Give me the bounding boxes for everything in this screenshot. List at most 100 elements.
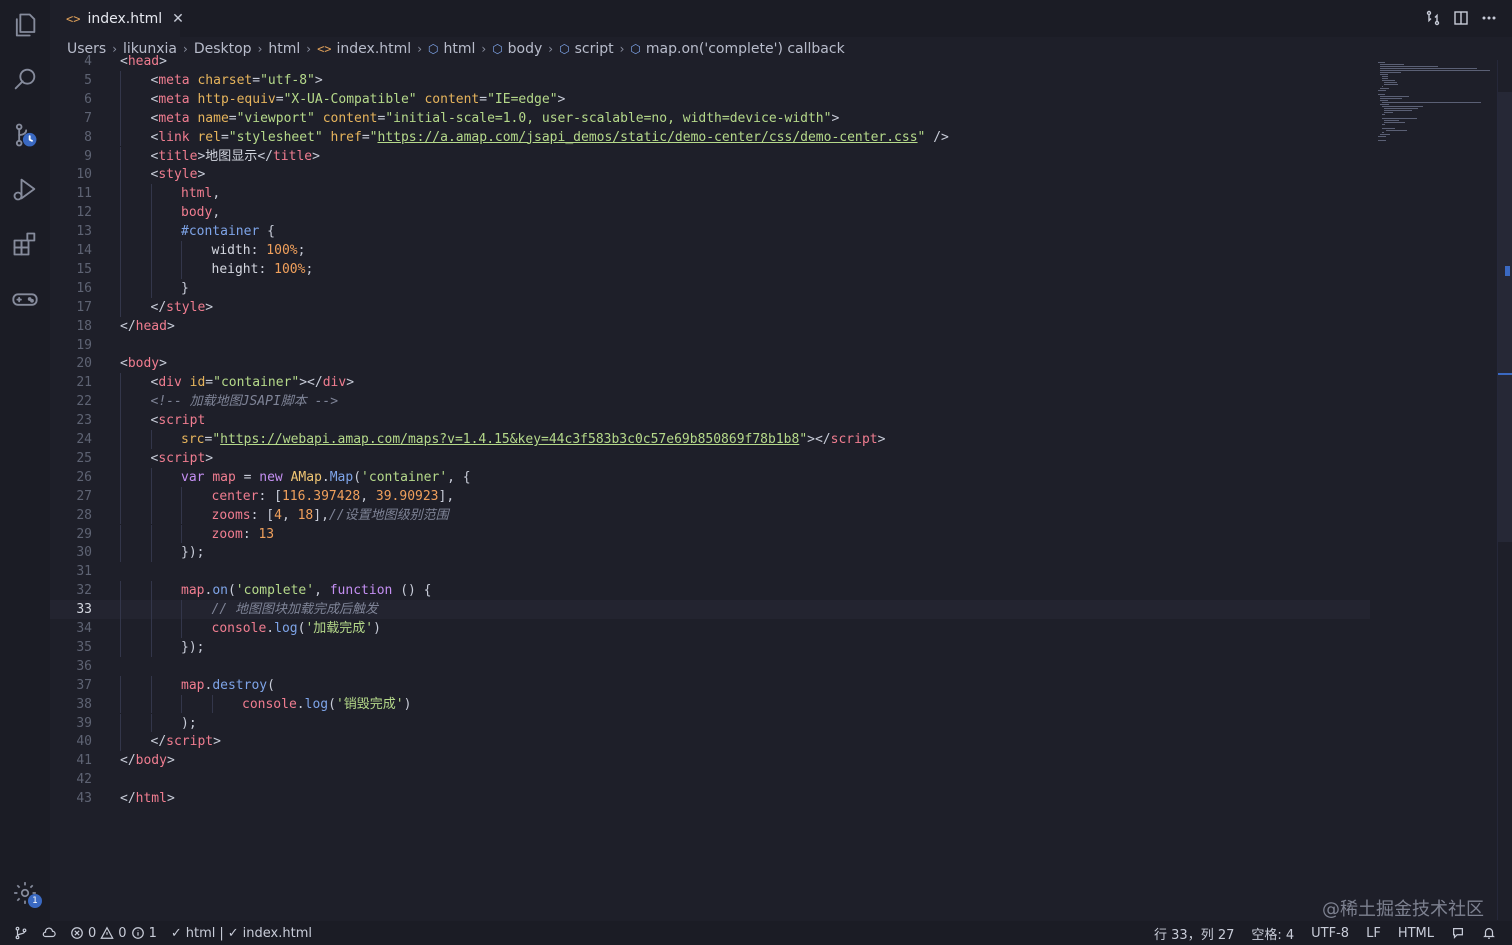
code-token: src [181,432,205,447]
validation-status[interactable]: ✓ html | ✓ index.html [171,926,312,941]
code-token: : [242,526,259,542]
code-line[interactable]: 8 <link rel="stylesheet" href="https://a.… [50,128,1370,147]
code-line[interactable]: 11 html, [50,184,1370,203]
code-line[interactable]: 39); [50,714,1370,733]
code-text: </style> [151,298,214,317]
gamepad-icon[interactable] [10,284,40,314]
scrollbar-thumb[interactable] [1498,92,1512,542]
code-line[interactable]: 18 </head> [50,317,1370,336]
line-number: 20 [76,356,92,372]
code-line[interactable]: 20 <body> [50,354,1370,373]
code-line[interactable]: 27 center: [116.397428, 39.90923], [50,487,1370,506]
compare-changes-icon[interactable] [1424,9,1442,27]
code-text: var map = new AMap.Map('container', { [181,468,471,487]
more-actions-icon[interactable] [1480,9,1498,27]
indent-guide [150,524,152,544]
line-number: 7 [84,110,92,126]
code-token: > [213,734,221,750]
code-line[interactable]: 40 </script> [50,732,1370,751]
search-icon[interactable] [10,64,40,94]
line-number: 5 [84,72,92,88]
tab-index-html[interactable]: <> index.html ✕ [50,0,184,37]
code-token: < [120,356,128,372]
code-line[interactable]: 36 [50,657,1370,676]
code-line[interactable]: 28 zooms: [4, 18],//设置地图级别范围 [50,506,1370,525]
code-line[interactable]: 17 </style> [50,298,1370,317]
encoding[interactable]: UTF-8 [1311,926,1349,941]
indent-guide [120,89,121,109]
minimap-line [1378,90,1386,91]
end-of-line[interactable]: LF [1366,926,1381,941]
code-line[interactable]: 38 console.log('销毁完成') [50,695,1370,714]
line-number: 16 [76,280,92,296]
sync-cloud-icon[interactable] [42,926,56,940]
code-line[interactable]: 7 <meta name="viewport" content="initial-… [50,109,1370,128]
code-line[interactable]: 16} [50,279,1370,298]
settings-gear-icon[interactable]: 1 [12,880,42,910]
code-line[interactable]: 5 <meta charset="utf-8"> [50,71,1370,90]
watermark: @稀土掘金技术社区 [1322,899,1484,920]
code-line[interactable]: 15 height: 100%; [50,260,1370,279]
code-line[interactable]: 6 <meta http-equiv="X-UA-Compatible" cont… [50,90,1370,109]
code-line[interactable]: 24 src="https://webapi.amap.com/maps?v=1.… [50,430,1370,449]
explorer-icon[interactable] [10,10,40,40]
minimap-line [1380,134,1390,135]
minimap[interactable] [1370,60,1498,210]
code-line[interactable]: 26 var map = new AMap.Map('container', { [50,468,1370,487]
code-line[interactable]: 37 map.destroy( [50,676,1370,695]
notifications-bell-icon[interactable] [1482,926,1496,940]
line-number: 28 [76,507,92,523]
code-token: = [252,72,261,88]
code-token: </ [120,791,136,807]
language-mode[interactable]: HTML [1398,926,1434,941]
code-line[interactable]: 41 </body> [50,751,1370,770]
code-line[interactable]: 21 <div id="container"></div> [50,373,1370,392]
code-token: name [197,110,229,126]
code-token: { [259,224,275,240]
code-text: map.destroy( [181,676,275,695]
line-number: 27 [76,488,92,504]
run-debug-icon[interactable] [10,174,40,204]
cursor-position[interactable]: 行 33，列 27 [1154,924,1234,943]
extensions-icon[interactable] [10,229,40,259]
code-line[interactable]: 42 [50,770,1370,789]
code-token: > [166,753,175,769]
line-number: 24 [76,432,92,447]
indentation[interactable]: 空格: 4 [1251,924,1294,943]
code-line[interactable]: 13 #container { [50,222,1370,241]
code-line[interactable]: 25 <script> [50,449,1370,468]
code-editor[interactable]: 4 <head> 5 <meta charset="utf-8"> 6 <meta htt… [50,54,1370,920]
code-line[interactable]: 32 map.on('complete', function () { [50,581,1370,600]
split-editor-icon[interactable] [1452,9,1470,27]
code-token: }); [181,545,205,561]
problems-indicator[interactable]: 0 0 1 [70,926,157,941]
code-token: 地图显示 [205,148,258,164]
code-line[interactable]: 35}); [50,638,1370,657]
code-line[interactable]: 9 <title>地图显示</title> [50,147,1370,166]
code-line[interactable]: 43 </html> [50,789,1370,808]
code-line[interactable]: 10 <style> [50,165,1370,184]
code-line[interactable]: 4 <head> [50,52,1370,71]
code-token: script [166,734,214,750]
code-line[interactable]: 30}); [50,543,1370,562]
close-icon[interactable]: ✕ [172,11,184,27]
code-line[interactable]: 23 <script [50,411,1370,430]
code-line[interactable]: 31 [50,562,1370,581]
branch-icon[interactable] [14,926,28,940]
code-line[interactable]: 14 width: 100%; [50,241,1370,260]
code-line[interactable]: 19 [50,336,1370,355]
code-line[interactable]: 33 // 地图图块加载完成后触发 [50,600,1370,620]
feedback-icon[interactable] [1451,926,1465,940]
code-token: head [135,318,167,334]
code-line[interactable]: 34 console.log('加载完成') [50,619,1370,638]
source-control-icon[interactable] [10,120,40,150]
code-text: <meta http-equiv="X-UA-Compatible" conte… [151,90,566,109]
code-token: style [166,299,206,315]
code-line[interactable]: 22 <!-- 加载地图JSAPI脚本 --> [50,392,1370,411]
code-token: "stylesheet" [228,129,331,145]
code-line[interactable]: 29 zoom: 13 [50,525,1370,544]
code-token: new [259,469,291,485]
indent-guide [120,430,121,449]
code-line[interactable]: 12 body, [50,203,1370,222]
code-token: </ [150,734,167,750]
